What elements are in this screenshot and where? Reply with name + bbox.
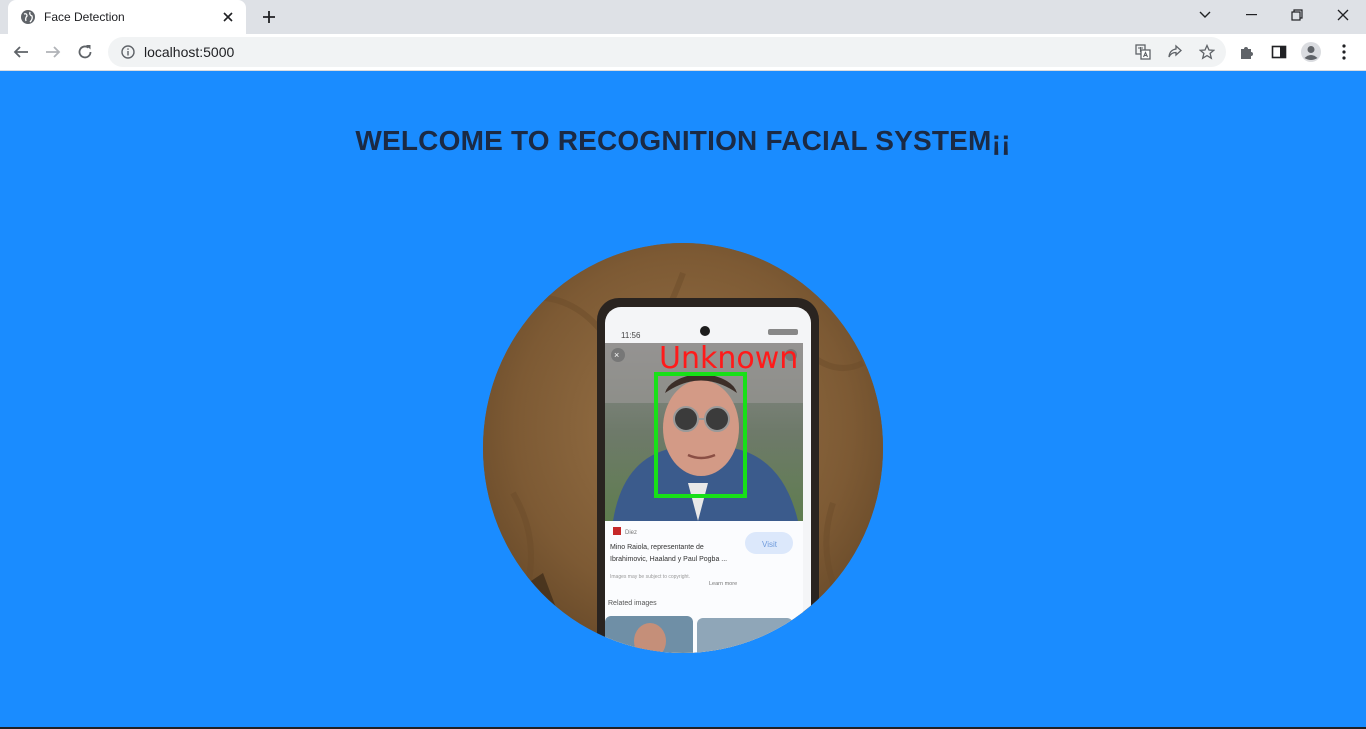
phone-caption-line1: Mino Raiola, representante de — [610, 544, 704, 551]
webcam-video-feed: 11:56 × Unknown Diez Mino Raiola, repres… — [483, 243, 883, 653]
reload-icon[interactable] — [70, 37, 100, 67]
tab-face-detection[interactable]: Face Detection — [8, 0, 246, 34]
phone-learn-more: Learn more — [709, 581, 737, 587]
url-text: localhost:5000 — [144, 44, 235, 60]
site-info-icon[interactable] — [120, 44, 136, 60]
address-bar[interactable]: localhost:5000 — [108, 37, 1226, 67]
phone-caption-line2: Ibrahimovic, Haaland y Paul Pogba ... — [610, 556, 727, 563]
minimize-icon[interactable] — [1228, 0, 1274, 30]
tab-search-icon[interactable] — [1182, 0, 1228, 30]
phone-copyright: Images may be subject to copyright. — [610, 574, 690, 580]
phone-source-label: Diez — [625, 530, 637, 536]
kebab-menu-icon[interactable] — [1329, 37, 1359, 67]
close-tab-icon[interactable] — [220, 9, 236, 25]
bookmark-star-icon[interactable] — [1192, 37, 1222, 67]
browser-toolbar: localhost:5000 — [0, 34, 1366, 71]
side-panel-icon[interactable] — [1264, 37, 1294, 67]
profile-avatar-icon[interactable] — [1296, 37, 1326, 67]
share-icon[interactable] — [1160, 37, 1190, 67]
new-tab-button[interactable] — [258, 6, 280, 28]
phone-status-time: 11:56 — [621, 331, 641, 340]
translate-icon[interactable] — [1128, 37, 1158, 67]
forward-icon[interactable] — [38, 37, 68, 67]
page-title: WELCOME TO RECOGNITION FACIAL SYSTEM¡¡ — [355, 125, 1011, 156]
phone-related-images: Related images — [608, 600, 657, 607]
close-window-icon[interactable] — [1320, 0, 1366, 30]
detection-label: Unknown — [659, 341, 798, 376]
extensions-puzzle-icon[interactable] — [1232, 37, 1262, 67]
tab-strip: Face Detection — [0, 0, 1366, 34]
svg-text:×: × — [614, 350, 619, 360]
globe-icon — [20, 9, 36, 25]
restore-icon[interactable] — [1274, 0, 1320, 30]
page-content: WELCOME TO RECOGNITION FACIAL SYSTEM¡¡ 1… — [0, 71, 1366, 729]
back-icon[interactable] — [6, 37, 36, 67]
tab-title: Face Detection — [44, 10, 125, 24]
video-frame: 11:56 × Unknown Diez Mino Raiola, repres… — [483, 243, 883, 653]
phone-visit-button: Visit — [762, 540, 778, 549]
